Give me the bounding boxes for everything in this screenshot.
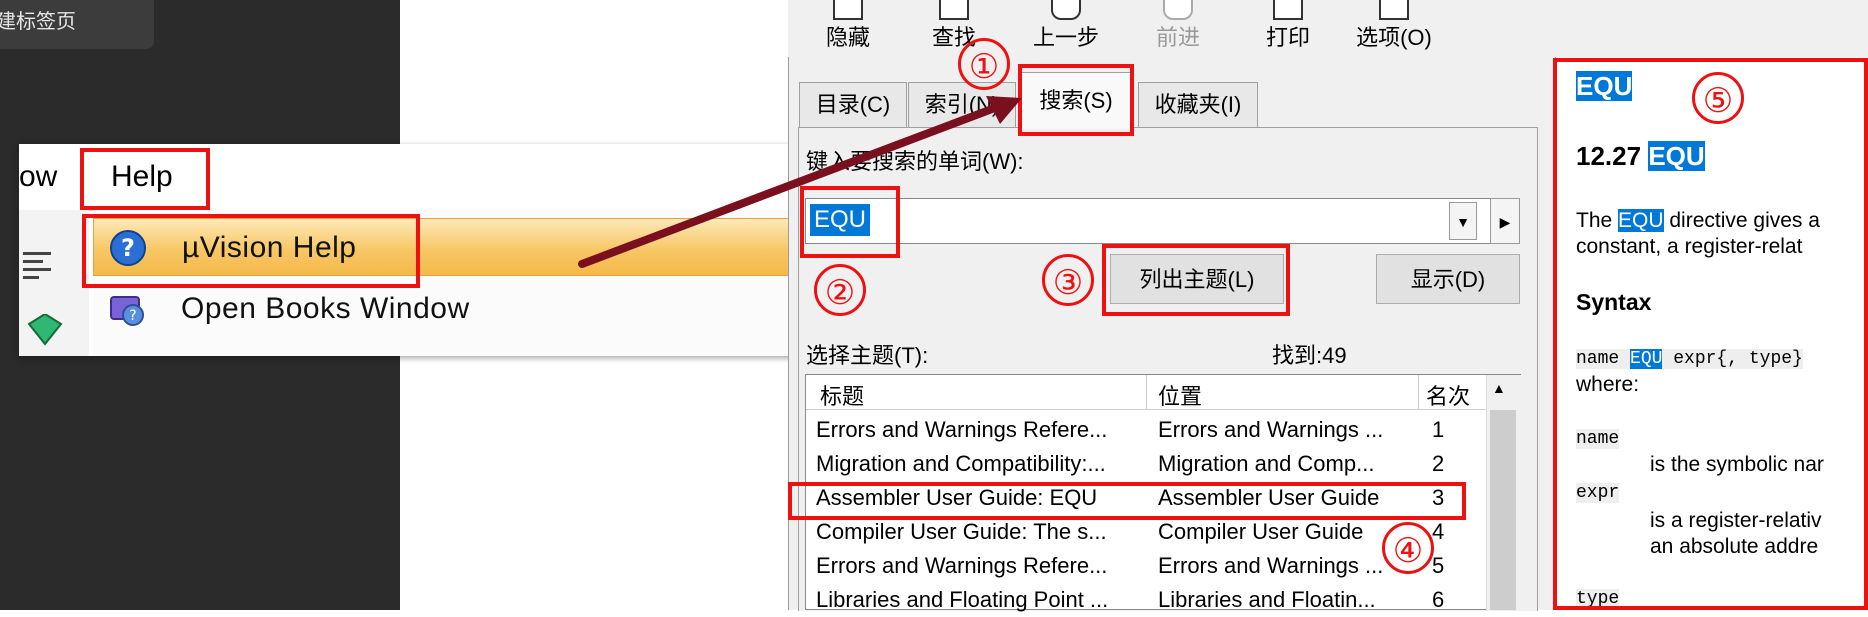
row-rank: 2 (1432, 451, 1445, 476)
browser-tab-new[interactable]: 建标签页 (0, 0, 154, 49)
annotation-number-5: ⑤ (1692, 72, 1744, 124)
column-header-title[interactable]: 标题 (820, 379, 864, 411)
chevron-up-icon[interactable]: ▲ (1492, 380, 1506, 396)
menu-item-open-books-window[interactable]: ? Open Books Window (93, 280, 807, 338)
annotation-box-search-input (800, 186, 900, 258)
row-location: Compiler User Guide (1158, 519, 1364, 544)
toolbar-strip (19, 210, 89, 356)
svg-text:?: ? (129, 308, 136, 324)
tab-favorites[interactable]: 收藏夹(I) (1138, 82, 1258, 127)
chevron-right-icon[interactable]: ▶ (1490, 198, 1520, 244)
chevron-down-icon[interactable]: ▼ (1449, 202, 1477, 240)
tab-contents[interactable]: 目录(C) (799, 82, 907, 127)
row-location: Libraries and Floatin... (1158, 587, 1376, 612)
options-button[interactable]: 选项(O) (1354, 0, 1434, 52)
table-row[interactable]: Errors and Warnings Refere... Errors and… (806, 413, 1486, 447)
search-prompt-label: 键入要搜索的单词(W): (806, 149, 1024, 174)
annotation-number-3: ③ (1042, 254, 1094, 306)
row-title: Compiler User Guide: The s... (816, 519, 1107, 544)
row-title: Errors and Warnings Refere... (816, 417, 1108, 442)
toolbar-label: 打印 (1265, 25, 1310, 50)
forward-button[interactable]: 前进 (1148, 0, 1208, 52)
annotation-box-list-topics (1102, 244, 1290, 316)
toolbar-label: 上一步 (1032, 25, 1099, 50)
search-input[interactable] (805, 198, 1511, 244)
annotation-number-2: ② (814, 264, 866, 316)
filter-gem-icon (27, 314, 63, 346)
annotation-box-uvision-help (82, 214, 420, 288)
menu-window[interactable]: ow (19, 160, 57, 194)
tab-index[interactable]: 索引(N) (908, 82, 1016, 127)
toolbar-label: 前进 (1155, 25, 1200, 50)
back-button[interactable]: 上一步 (1028, 0, 1104, 52)
scrollbar-thumb[interactable] (1490, 410, 1516, 610)
hide-button[interactable]: 隐藏 (818, 0, 878, 52)
annotation-box-result-row (788, 482, 1466, 520)
column-divider (1418, 375, 1419, 409)
table-row[interactable]: Migration and Compatibility:... Migratio… (806, 447, 1486, 481)
annotation-number-1: ① (958, 38, 1010, 90)
print-icon (1273, 0, 1303, 20)
annotation-number-4: ④ (1382, 522, 1434, 574)
row-location: Migration and Comp... (1158, 451, 1375, 476)
hide-icon (833, 0, 863, 20)
row-location: Errors and Warnings ... (1158, 553, 1384, 578)
books-icon: ? (110, 296, 144, 326)
annotation-box-help-menu (80, 148, 210, 210)
forward-arrow-icon (1163, 0, 1193, 20)
menu-item-label: Open Books Window (181, 292, 470, 325)
select-topic-label: 选择主题(T): (806, 343, 929, 368)
row-rank: 1 (1432, 417, 1445, 442)
display-button[interactable]: 显示(D) (1376, 254, 1520, 304)
annotation-box-search-tab (1018, 64, 1134, 136)
column-header-location[interactable]: 位置 (1158, 379, 1202, 411)
align-left-icon (23, 252, 51, 279)
find-icon (939, 0, 969, 20)
column-divider (1146, 375, 1147, 409)
found-count: 找到:49 (1272, 343, 1347, 368)
toolbar-label: 选项(O) (1356, 25, 1432, 50)
row-location: Errors and Warnings ... (1158, 417, 1384, 442)
row-title: Libraries and Floating Point ... (816, 587, 1109, 612)
table-row[interactable]: Libraries and Floating Point ... Librari… (806, 583, 1486, 617)
options-icon (1379, 0, 1409, 20)
annotation-box-content (1553, 58, 1868, 610)
back-arrow-icon (1051, 0, 1081, 20)
print-button[interactable]: 打印 (1258, 0, 1318, 52)
row-rank: 5 (1432, 553, 1445, 578)
column-header-rank[interactable]: 名次 (1426, 379, 1470, 411)
toolbar-label: 隐藏 (825, 25, 870, 50)
row-title: Errors and Warnings Refere... (816, 553, 1108, 578)
row-title: Migration and Compatibility:... (816, 451, 1106, 476)
row-rank: 6 (1432, 587, 1445, 612)
row-rank: 4 (1432, 519, 1445, 544)
